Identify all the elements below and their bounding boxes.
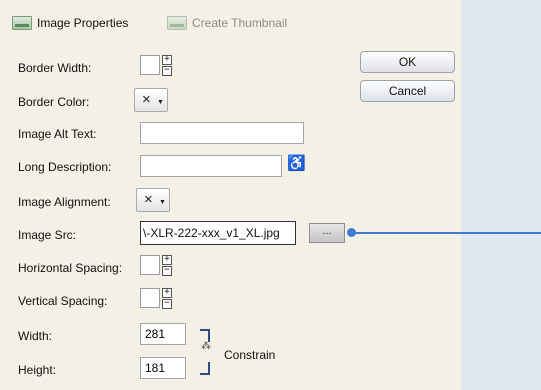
alt-text-label: Image Alt Text: (18, 127, 97, 141)
no-color-icon: × (142, 91, 151, 108)
side-panel (461, 0, 541, 390)
chevron-down-icon: ▼ (157, 99, 164, 106)
long-description-label: Long Description: (18, 160, 112, 174)
vertical-spacing-input[interactable] (140, 288, 160, 308)
horizontal-spacing-label: Horizontal Spacing: (18, 261, 123, 275)
border-width-input[interactable] (140, 55, 160, 75)
image-src-input[interactable]: \-XLR-222-xxx_v1_XL.jpg (140, 221, 296, 245)
callout-dot (347, 228, 356, 237)
no-alignment-icon: × (144, 191, 153, 208)
border-width-label: Border Width: (18, 61, 92, 75)
border-width-minus-button[interactable]: − (162, 66, 172, 76)
width-input[interactable] (140, 323, 186, 345)
constrain-bracket-bottom (200, 362, 210, 375)
tab-image-properties-label: Image Properties (37, 16, 129, 30)
browse-button[interactable]: ... (309, 223, 345, 243)
border-width-plus-button[interactable]: + (162, 55, 172, 65)
long-description-input[interactable] (140, 155, 282, 177)
tab-create-thumbnail[interactable]: Create Thumbnail (167, 15, 287, 31)
tab-bar: Image Properties Create Thumbnail (0, 8, 461, 38)
ok-button[interactable]: OK (360, 51, 455, 73)
image-alignment-picker[interactable]: × ▼ (136, 188, 170, 212)
horizontal-spacing-plus-button[interactable]: + (162, 255, 172, 265)
horizontal-spacing-minus-button[interactable]: − (162, 266, 172, 276)
border-color-label: Border Color: (18, 95, 90, 109)
accessibility-icon[interactable]: ♿ (287, 154, 306, 172)
height-input[interactable] (140, 357, 186, 379)
image-src-label: Image Src: (18, 228, 77, 242)
vertical-spacing-label: Vertical Spacing: (18, 294, 108, 308)
callout-line (350, 232, 541, 234)
constrain-label: Constrain (224, 348, 276, 362)
tab-create-thumbnail-label: Create Thumbnail (192, 16, 288, 30)
width-label: Width: (18, 329, 53, 343)
alt-text-input[interactable] (140, 122, 304, 144)
image-src-value: \-XLR-222-xxx_v1_XL.jpg (143, 226, 280, 240)
horizontal-spacing-input[interactable] (140, 255, 160, 275)
chevron-down-icon: ▼ (159, 199, 166, 206)
cancel-button[interactable]: Cancel (360, 80, 455, 102)
height-label: Height: (18, 363, 57, 377)
image-alignment-label: Image Alignment: (18, 195, 111, 209)
image-icon (12, 16, 32, 30)
thumbnail-icon (167, 16, 187, 30)
link-icon[interactable]: ⁂ (199, 342, 213, 362)
vertical-spacing-plus-button[interactable]: + (162, 288, 172, 298)
tab-image-properties[interactable]: Image Properties (12, 15, 128, 31)
vertical-spacing-minus-button[interactable]: − (162, 299, 172, 309)
border-color-picker[interactable]: × ▼ (134, 88, 168, 112)
